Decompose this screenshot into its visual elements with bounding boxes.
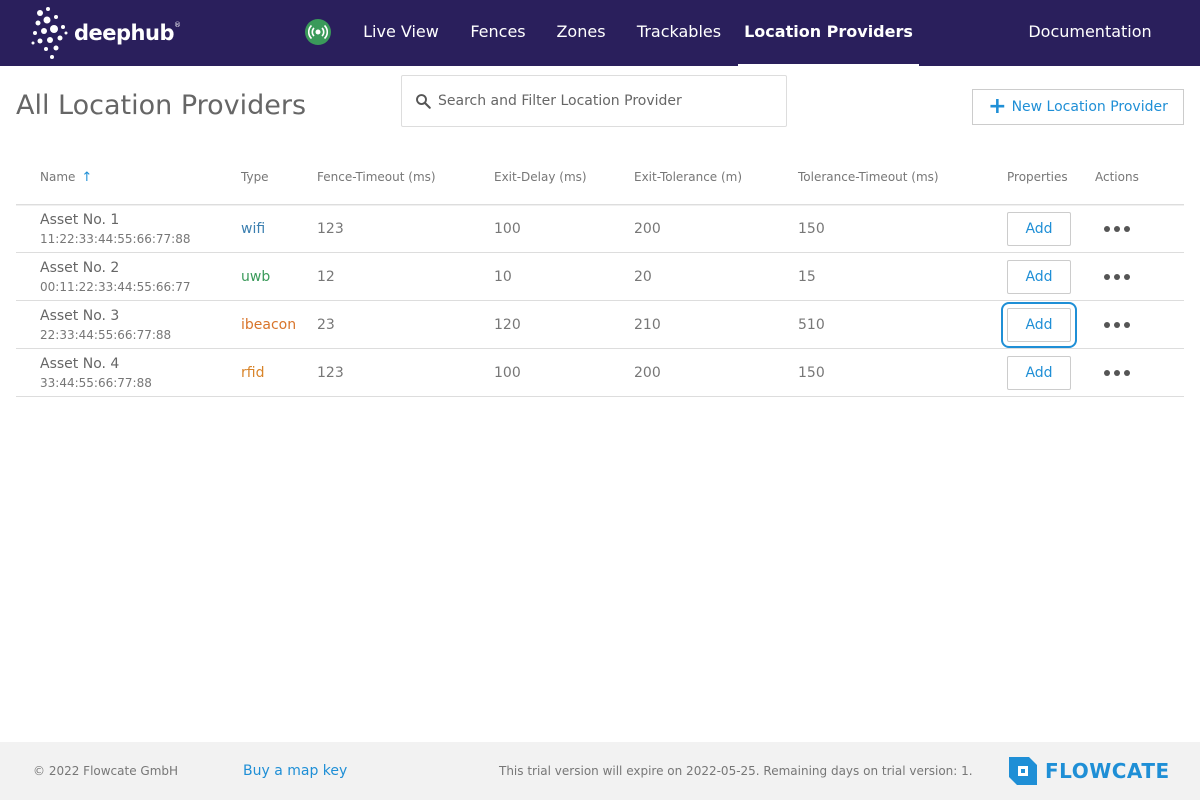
provider-name: Asset No. 2 [40, 260, 120, 276]
fence-timeout-value: 23 [317, 317, 335, 333]
flowcate-logo-icon [1009, 757, 1037, 785]
column-header-exit-delay[interactable]: Exit-Delay (ms) [494, 149, 587, 205]
search-icon [416, 94, 431, 109]
table-row[interactable]: Asset No. 3 22:33:44:55:66:77:88 ibeacon… [16, 301, 1184, 349]
exit-delay-value: 10 [494, 269, 512, 285]
nav-location-providers[interactable]: Location Providers [738, 0, 919, 66]
provider-id: 33:44:55:66:77:88 [40, 376, 152, 390]
flowcate-logo[interactable]: FLOWCATE [1007, 753, 1170, 789]
tolerance-timeout-value: 510 [798, 317, 825, 333]
provider-type: rfid [241, 365, 265, 381]
provider-id: 11:22:33:44:55:66:77:88 [40, 232, 191, 246]
new-location-provider-button[interactable]: + New Location Provider [972, 89, 1184, 125]
provider-id: 22:33:44:55:66:77:88 [40, 328, 172, 342]
copyright-text: © 2022 Flowcate GmbH [33, 764, 179, 778]
provider-name-cell: Asset No. 2 00:11:22:33:44:55:66:77 [40, 259, 190, 295]
deephub-logo-icon [31, 7, 68, 59]
add-properties-button[interactable]: Add [1007, 212, 1071, 246]
provider-type: wifi [241, 221, 266, 237]
nav-trackables[interactable]: Trackables [629, 0, 729, 66]
more-actions-icon[interactable] [1104, 315, 1130, 335]
buy-map-key-link[interactable]: Buy a map key [243, 742, 347, 800]
exit-delay-value: 100 [494, 221, 521, 237]
table-row[interactable]: Asset No. 1 11:22:33:44:55:66:77:88 wifi… [16, 205, 1184, 253]
provider-name: Asset No. 1 [40, 212, 120, 228]
provider-name-cell: Asset No. 3 22:33:44:55:66:77:88 [40, 307, 171, 343]
provider-name-cell: Asset No. 4 33:44:55:66:77:88 [40, 355, 152, 391]
footer: © 2022 Flowcate GmbH Buy a map key This … [0, 742, 1200, 800]
table-header: Name ↑ Type Fence-Timeout (ms) Exit-Delay… [16, 149, 1184, 205]
fence-timeout-value: 123 [317, 365, 344, 381]
plus-icon: + [988, 94, 1007, 119]
fence-timeout-value: 12 [317, 269, 335, 285]
tolerance-timeout-value: 15 [798, 269, 816, 285]
provider-type: uwb [241, 269, 271, 285]
column-header-actions: Actions [1095, 170, 1139, 184]
column-header-exit-tolerance[interactable]: Exit-Tolerance (m) [634, 149, 742, 205]
flowcate-brand-text: FLOWCATE [1045, 759, 1170, 783]
provider-type: ibeacon [241, 317, 297, 333]
location-providers-table: Name ↑ Type Fence-Timeout (ms) Exit-Delay… [16, 149, 1184, 397]
search-input[interactable] [438, 93, 768, 109]
nav-fences[interactable]: Fences [463, 0, 533, 66]
more-actions-icon[interactable] [1104, 267, 1130, 287]
exit-delay-value: 100 [494, 365, 521, 381]
exit-tolerance-value: 200 [634, 221, 661, 237]
deephub-logo[interactable]: deephub® [30, 2, 181, 64]
page-title: All Location Providers [16, 90, 307, 121]
broadcast-icon[interactable] [305, 19, 331, 45]
nav-zones[interactable]: Zones [551, 0, 611, 66]
add-properties-button[interactable]: Add [1007, 356, 1071, 390]
sort-ascending-icon: ↑ [81, 170, 93, 185]
table-row[interactable]: Asset No. 2 00:11:22:33:44:55:66:77 uwb … [16, 253, 1184, 301]
exit-tolerance-value: 20 [634, 269, 652, 285]
column-header-properties: Properties [1007, 170, 1068, 184]
table-row[interactable]: Asset No. 4 33:44:55:66:77:88 rfid 123 1… [16, 349, 1184, 397]
column-header-tolerance-timeout[interactable]: Tolerance-Timeout (ms) [798, 149, 939, 205]
search-box[interactable] [401, 75, 787, 127]
exit-tolerance-value: 210 [634, 317, 661, 333]
top-navigation-bar: deephub® Live View Fences Zones Trackabl… [0, 0, 1200, 66]
new-location-provider-label: New Location Provider [1011, 99, 1168, 115]
trial-notice: This trial version will expire on 2022-0… [499, 764, 973, 778]
column-header-name[interactable]: Name ↑ [40, 149, 92, 206]
column-header-fence-timeout[interactable]: Fence-Timeout (ms) [317, 149, 436, 205]
more-actions-icon[interactable] [1104, 219, 1130, 239]
exit-tolerance-value: 200 [634, 365, 661, 381]
exit-delay-value: 120 [494, 317, 521, 333]
tolerance-timeout-value: 150 [798, 221, 825, 237]
fence-timeout-value: 123 [317, 221, 344, 237]
provider-id: 00:11:22:33:44:55:66:77 [40, 280, 191, 294]
provider-name: Asset No. 4 [40, 356, 120, 372]
add-properties-button[interactable]: Add [1001, 302, 1077, 348]
provider-name: Asset No. 3 [40, 308, 120, 324]
more-actions-icon[interactable] [1104, 363, 1130, 383]
add-properties-button[interactable]: Add [1007, 260, 1071, 294]
column-header-type[interactable]: Type [241, 149, 269, 205]
nav-documentation[interactable]: Documentation [1020, 0, 1160, 66]
tolerance-timeout-value: 150 [798, 365, 825, 381]
nav-live-view[interactable]: Live View [357, 0, 445, 66]
provider-name-cell: Asset No. 1 11:22:33:44:55:66:77:88 [40, 211, 190, 247]
logo-text: deephub® [74, 21, 181, 45]
